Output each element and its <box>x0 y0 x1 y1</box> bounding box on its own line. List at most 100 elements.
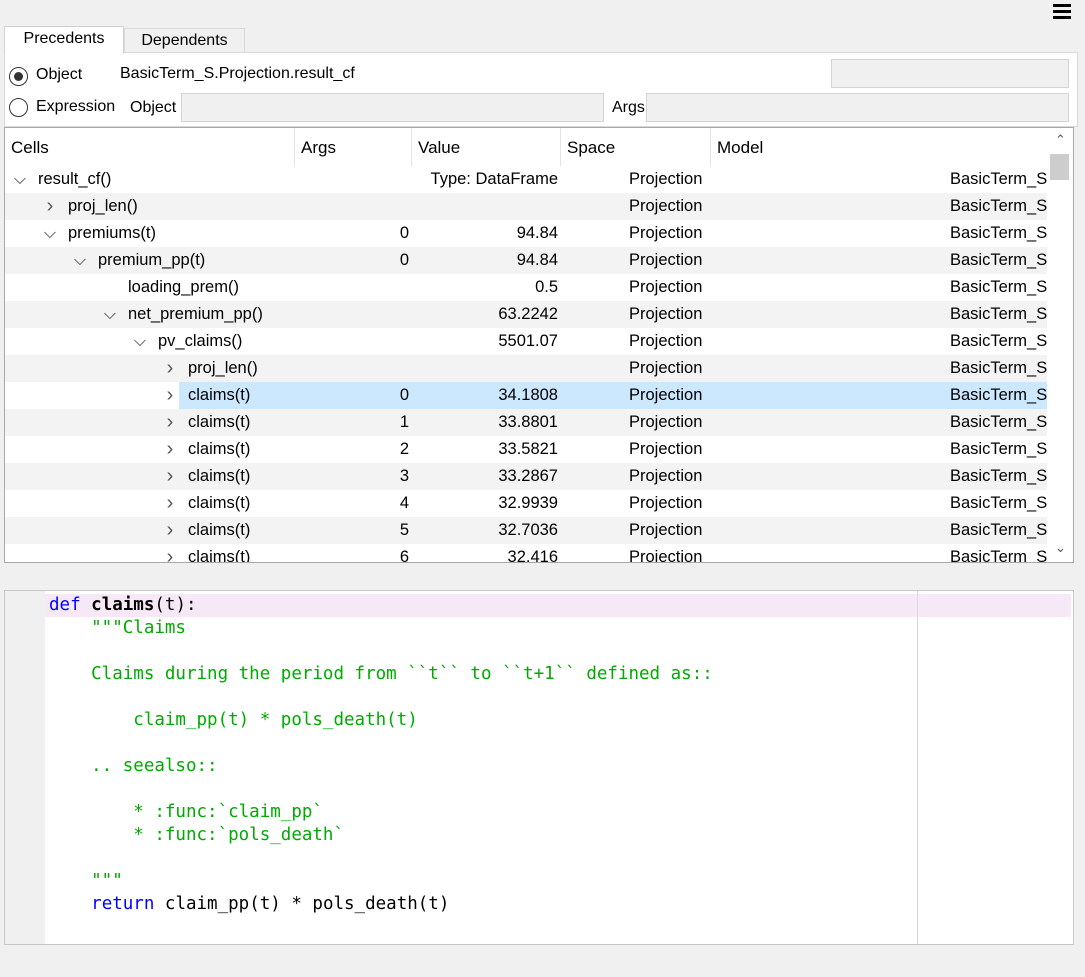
column-header-space[interactable]: Space <box>561 128 711 166</box>
cell-model: BasicTerm_S <box>950 521 1048 539</box>
cell-value: 33.8801 <box>498 413 558 431</box>
column-header-value[interactable]: Value <box>412 128 561 166</box>
cell-name[interactable]: › proj_len() <box>161 355 264 382</box>
code-token: """ <box>49 871 123 891</box>
cell-space: Projection <box>629 305 703 323</box>
tree-row[interactable]: › claims(t) 5 32.7036 Projection BasicTerm_S <box>5 517 1047 544</box>
cell-space: Projection <box>629 440 703 458</box>
expand-chevron-icon[interactable]: › <box>161 355 179 382</box>
tree-row[interactable]: › claims(t) 6 32.416 Projection BasicTerm_S <box>5 544 1048 563</box>
cell-space: Projection <box>629 467 703 485</box>
tree-row[interactable]: › claims(t) 0 34.1808 Projection BasicTerm_S <box>5 382 1047 409</box>
code-token: return <box>91 894 155 914</box>
menu-icon[interactable] <box>1053 4 1071 20</box>
tree-row[interactable]: ⌵ pv_claims() 5501.07 Projection BasicTerm_S <box>5 328 1047 355</box>
column-header-cells[interactable]: Cells <box>5 128 295 166</box>
code-editor[interactable]: def claims(t): """Claims Claims during t… <box>4 590 1074 945</box>
cell-model: BasicTerm_S <box>950 278 1048 296</box>
code-line: def claims(t): <box>49 594 713 617</box>
cell-model: BasicTerm_S <box>950 170 1048 188</box>
tree-row[interactable]: ⌵ net_premium_pp() 63.2242 Projection BasicT… <box>5 301 1047 328</box>
cell-model: BasicTerm_S <box>950 359 1048 377</box>
cell-space: Projection <box>629 359 703 377</box>
tree-row[interactable]: › claims(t) 1 33.8801 Projection BasicTerm_S <box>5 409 1047 436</box>
object-radio-label: Object <box>36 66 83 83</box>
object-radio[interactable] <box>9 67 28 86</box>
cell-space: Projection <box>629 548 703 563</box>
code-token: def <box>49 595 81 615</box>
expand-chevron-icon[interactable]: › <box>41 193 59 220</box>
cell-value: 32.9939 <box>498 494 558 512</box>
tree-row[interactable]: › proj_len() Projection BasicTerm_S <box>5 193 1047 220</box>
cell-name-label: proj_len() <box>68 197 138 215</box>
expression-args-input[interactable] <box>646 93 1069 122</box>
cell-value: 34.1808 <box>498 386 558 404</box>
tree-row[interactable]: ⌵ premium_pp(t) 0 94.84 Projection BasicTerm_… <box>5 247 1047 274</box>
cell-model: BasicTerm_S <box>950 467 1048 485</box>
object-extra-field[interactable] <box>831 59 1069 88</box>
cell-value: 0.5 <box>535 278 558 296</box>
code-line: """ <box>49 870 713 893</box>
cell-name-label: proj_len() <box>188 359 258 377</box>
code-line: * :func:`claim_pp` <box>49 801 713 824</box>
cell-value: 33.5821 <box>498 440 558 458</box>
scroll-up-icon[interactable]: ⌃ <box>1048 132 1073 148</box>
scroll-down-icon[interactable]: ⌄ <box>1048 540 1073 556</box>
expression-radio[interactable] <box>9 98 28 117</box>
tree-row[interactable]: › claims(t) 4 32.9939 Projection BasicTerm_S <box>5 490 1048 517</box>
tree-row[interactable]: › claims(t) 2 33.5821 Projection BasicTerm_S <box>5 436 1048 463</box>
cell-space: Projection <box>629 494 703 512</box>
cell-model: BasicTerm_S <box>950 197 1048 215</box>
expression-radio-label: Expression <box>36 98 116 115</box>
code-token: claim_pp(t) * pols_death(t) <box>49 710 418 730</box>
cell-value: Type: DataFrame <box>430 170 558 188</box>
code-line: Claims during the period from ``t`` to `… <box>49 663 713 686</box>
tree-row[interactable]: › proj_len() Projection BasicTerm_S <box>5 355 1047 382</box>
precedents-tree[interactable]: Cells Args Value Space Model ⌵ result_cf(… <box>4 127 1074 563</box>
cell-value: 32.7036 <box>498 521 558 539</box>
cell-space: Projection <box>629 251 703 269</box>
cell-space: Projection <box>629 332 703 350</box>
tree-row[interactable]: loading_prem() 0.5 Projection BasicTerm_S <box>5 274 1047 301</box>
cell-space: Projection <box>629 521 703 539</box>
cell-value: 5501.07 <box>498 332 558 350</box>
code-token: * :func:`pols_death` <box>49 825 345 845</box>
tree-row[interactable]: › claims(t) 3 33.2867 Projection BasicTerm_S <box>5 463 1047 490</box>
cell-value: 94.84 <box>516 251 558 269</box>
cell-model: BasicTerm_S <box>950 413 1048 431</box>
cell-model: BasicTerm_S <box>950 332 1048 350</box>
cell-model: BasicTerm_S <box>950 548 1048 563</box>
target-panel: Object BasicTerm_S.Projection.result_cf … <box>4 52 1078 127</box>
cell-model: BasicTerm_S <box>950 386 1048 404</box>
cell-value: 63.2242 <box>498 305 558 323</box>
cell-value: 32.416 <box>507 548 558 563</box>
editor-gutter <box>5 591 45 944</box>
editor-margin-line <box>917 591 918 944</box>
column-header-args[interactable]: Args <box>295 128 412 166</box>
code-token: claims <box>91 595 155 615</box>
code-line: return claim_pp(t) * pols_death(t) <box>49 893 713 916</box>
tab-precedents[interactable]: Precedents <box>4 26 124 54</box>
cell-space: Projection <box>629 413 703 431</box>
source-code[interactable]: def claims(t): """Claims Claims during t… <box>49 594 713 916</box>
code-line: """Claims <box>49 617 713 640</box>
tree-row[interactable]: ⌵ result_cf() Type: DataFrame Projection Bas… <box>5 166 1047 193</box>
object-name-value: BasicTerm_S.Projection.result_cf <box>120 65 355 82</box>
cell-space: Projection <box>629 278 703 296</box>
expression-object-input[interactable] <box>181 93 604 122</box>
expression-object-label: Object <box>130 99 177 116</box>
cell-model: BasicTerm_S <box>950 224 1048 242</box>
cell-value: 33.2867 <box>498 467 558 485</box>
code-token: .. seealso:: <box>49 756 218 776</box>
scroll-thumb[interactable] <box>1050 154 1069 180</box>
cell-name[interactable]: › proj_len() <box>41 193 144 220</box>
column-header-model[interactable]: Model <box>711 128 1047 166</box>
tree-scrollbar[interactable]: ⌃ ⌄ <box>1048 128 1073 562</box>
tree-row[interactable]: ⌵ premiums(t) 0 94.84 Projection BasicTerm_S <box>5 220 1047 247</box>
code-token: claim_pp(t) * pols_death(t) <box>154 894 450 914</box>
tab-dependents[interactable]: Dependents <box>124 28 245 53</box>
